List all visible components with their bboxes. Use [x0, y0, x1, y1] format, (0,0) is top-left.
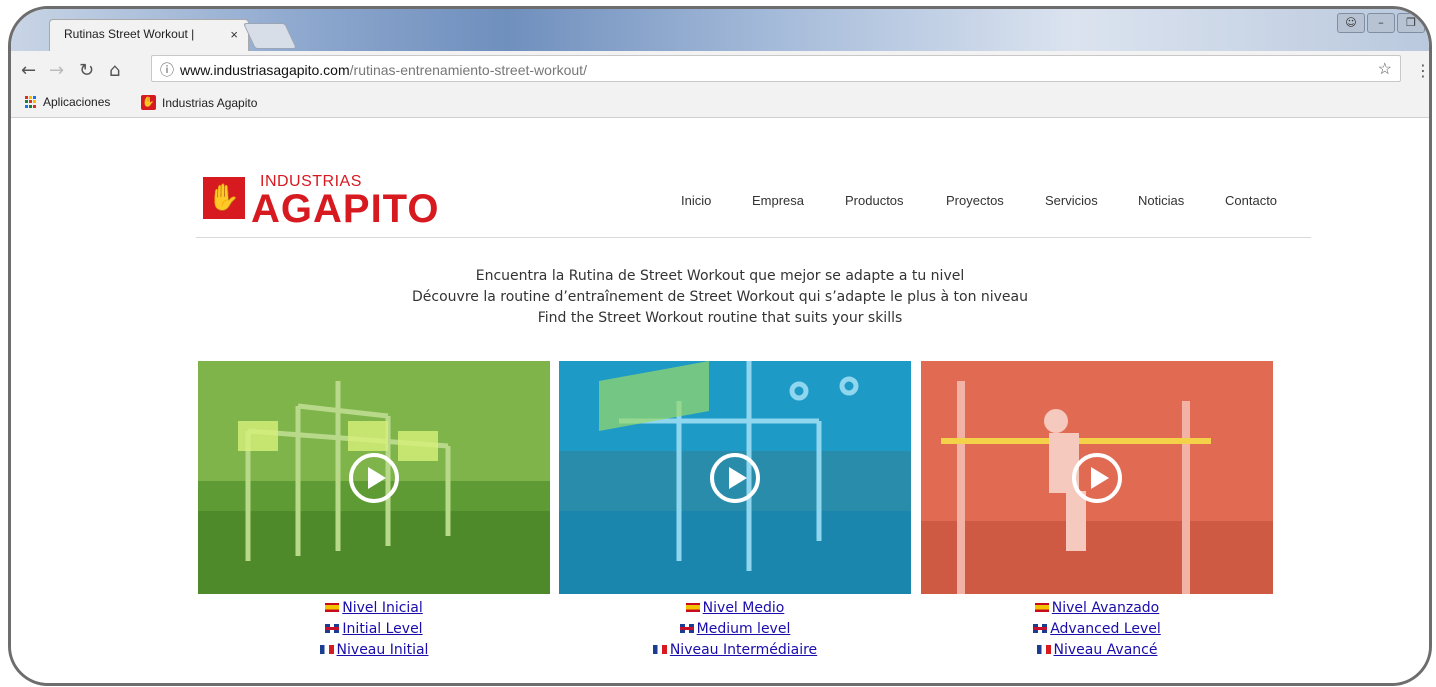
video-card-inicial[interactable] — [198, 361, 550, 594]
uk-flag-icon — [679, 623, 694, 633]
link-en-inicial[interactable]: Initial Level — [198, 619, 550, 640]
link-es-medio[interactable]: Nivel Medio — [559, 598, 911, 619]
user-icon[interactable]: ☺ — [1337, 13, 1365, 33]
spain-flag-icon — [1034, 602, 1049, 612]
france-flag-icon — [1036, 644, 1051, 654]
tab-title: Rutinas Street Workout | — [64, 27, 195, 41]
browser-window: Rutinas Street Workout | × ☺ – ❐ ← → ↻ ⌂… — [8, 6, 1432, 686]
minimize-icon[interactable]: – — [1367, 13, 1395, 33]
links-medio: Nivel Medio Medium level Niveau Interméd… — [559, 598, 911, 661]
logo-bottom-text: AGAPITO — [251, 187, 440, 231]
url-host: www.industriasagapito.com — [180, 62, 350, 78]
info-icon[interactable]: ⓘ — [160, 62, 174, 78]
forward-icon[interactable]: → — [49, 60, 64, 81]
link-es-inicial[interactable]: Nivel Inicial — [198, 598, 550, 619]
video-card-avanzado[interactable] — [921, 361, 1273, 594]
agapito-favicon-icon: ✋ — [141, 95, 156, 110]
nav-inicio[interactable]: Inicio — [681, 193, 711, 208]
toolbar: ← → ↻ ⌂ ⓘ www.industriasagapito.com/rutin… — [11, 51, 1429, 89]
link-fr-medio[interactable]: Niveau Intermédiaire — [559, 640, 911, 661]
nav-servicios[interactable]: Servicios — [1045, 193, 1098, 208]
uk-flag-icon — [1033, 623, 1048, 633]
restore-icon[interactable]: ❐ — [1397, 13, 1425, 33]
intro-text: Encuentra la Rutina de Street Workout qu… — [11, 266, 1429, 329]
nav-noticias[interactable]: Noticias — [1138, 193, 1184, 208]
nav-productos[interactable]: Productos — [845, 193, 904, 208]
tab-strip: Rutinas Street Workout | × ☺ – ❐ — [11, 9, 1429, 51]
menu-icon[interactable]: ⋮ — [1415, 61, 1429, 80]
bookmark-label: Industrias Agapito — [162, 95, 258, 110]
intro-en: Find the Street Workout routine that sui… — [537, 310, 903, 326]
hand-logo-icon: ✋ — [203, 177, 245, 219]
france-flag-icon — [652, 644, 667, 654]
uk-flag-icon — [325, 623, 340, 633]
links-avanzado: Nivel Avanzado Advanced Level Niveau Ava… — [921, 598, 1273, 661]
links-inicial: Nivel Inicial Initial Level Niveau Initi… — [198, 598, 550, 661]
bookmark-industrias-agapito[interactable]: ✋ Industrias Agapito — [141, 95, 257, 110]
page-content: ✋ INDUSTRIAS AGAPITO Inicio Empresa Prod… — [11, 118, 1429, 683]
new-tab-button[interactable] — [242, 23, 298, 49]
link-en-medio[interactable]: Medium level — [559, 619, 911, 640]
intro-fr: Découvre la routine d’entraînement de St… — [412, 289, 1028, 305]
tab-close-icon[interactable]: × — [230, 27, 238, 42]
play-icon[interactable] — [710, 452, 760, 503]
link-es-avanzado[interactable]: Nivel Avanzado — [921, 598, 1273, 619]
address-bar[interactable]: ⓘ www.industriasagapito.com/rutinas-entre… — [151, 55, 1401, 82]
bookmarks-bar: Aplicaciones ✋ Industrias Agapito — [11, 89, 1429, 118]
link-fr-avanzado[interactable]: Niveau Avancé — [921, 640, 1273, 661]
video-card-medio[interactable] — [559, 361, 911, 594]
bookmark-label: Aplicaciones — [43, 95, 111, 109]
window-controls: ☺ – ❐ — [1337, 13, 1425, 33]
bookmark-star-icon[interactable]: ☆ — [1378, 59, 1392, 79]
france-flag-icon — [319, 644, 334, 654]
nav-contacto[interactable]: Contacto — [1225, 193, 1277, 208]
header-divider — [196, 237, 1311, 238]
apps-grid-icon — [25, 96, 37, 108]
play-icon[interactable] — [1072, 452, 1122, 503]
link-en-avanzado[interactable]: Advanced Level — [921, 619, 1273, 640]
home-icon[interactable]: ⌂ — [109, 60, 120, 81]
spain-flag-icon — [325, 602, 340, 612]
tab-rutinas[interactable]: Rutinas Street Workout | × — [49, 19, 249, 51]
back-icon[interactable]: ← — [21, 60, 36, 81]
intro-es: Encuentra la Rutina de Street Workout qu… — [475, 268, 965, 284]
site-logo[interactable]: ✋ INDUSTRIAS AGAPITO — [203, 163, 453, 233]
spain-flag-icon — [685, 602, 700, 612]
nav-empresa[interactable]: Empresa — [752, 193, 804, 208]
url-path: /rutinas-entrenamiento-street-workout/ — [349, 62, 587, 78]
link-fr-inicial[interactable]: Niveau Initial — [198, 640, 550, 661]
bookmark-apps[interactable]: Aplicaciones — [25, 95, 110, 109]
nav-proyectos[interactable]: Proyectos — [946, 193, 1004, 208]
play-icon[interactable] — [349, 452, 399, 503]
reload-icon[interactable]: ↻ — [79, 60, 94, 81]
